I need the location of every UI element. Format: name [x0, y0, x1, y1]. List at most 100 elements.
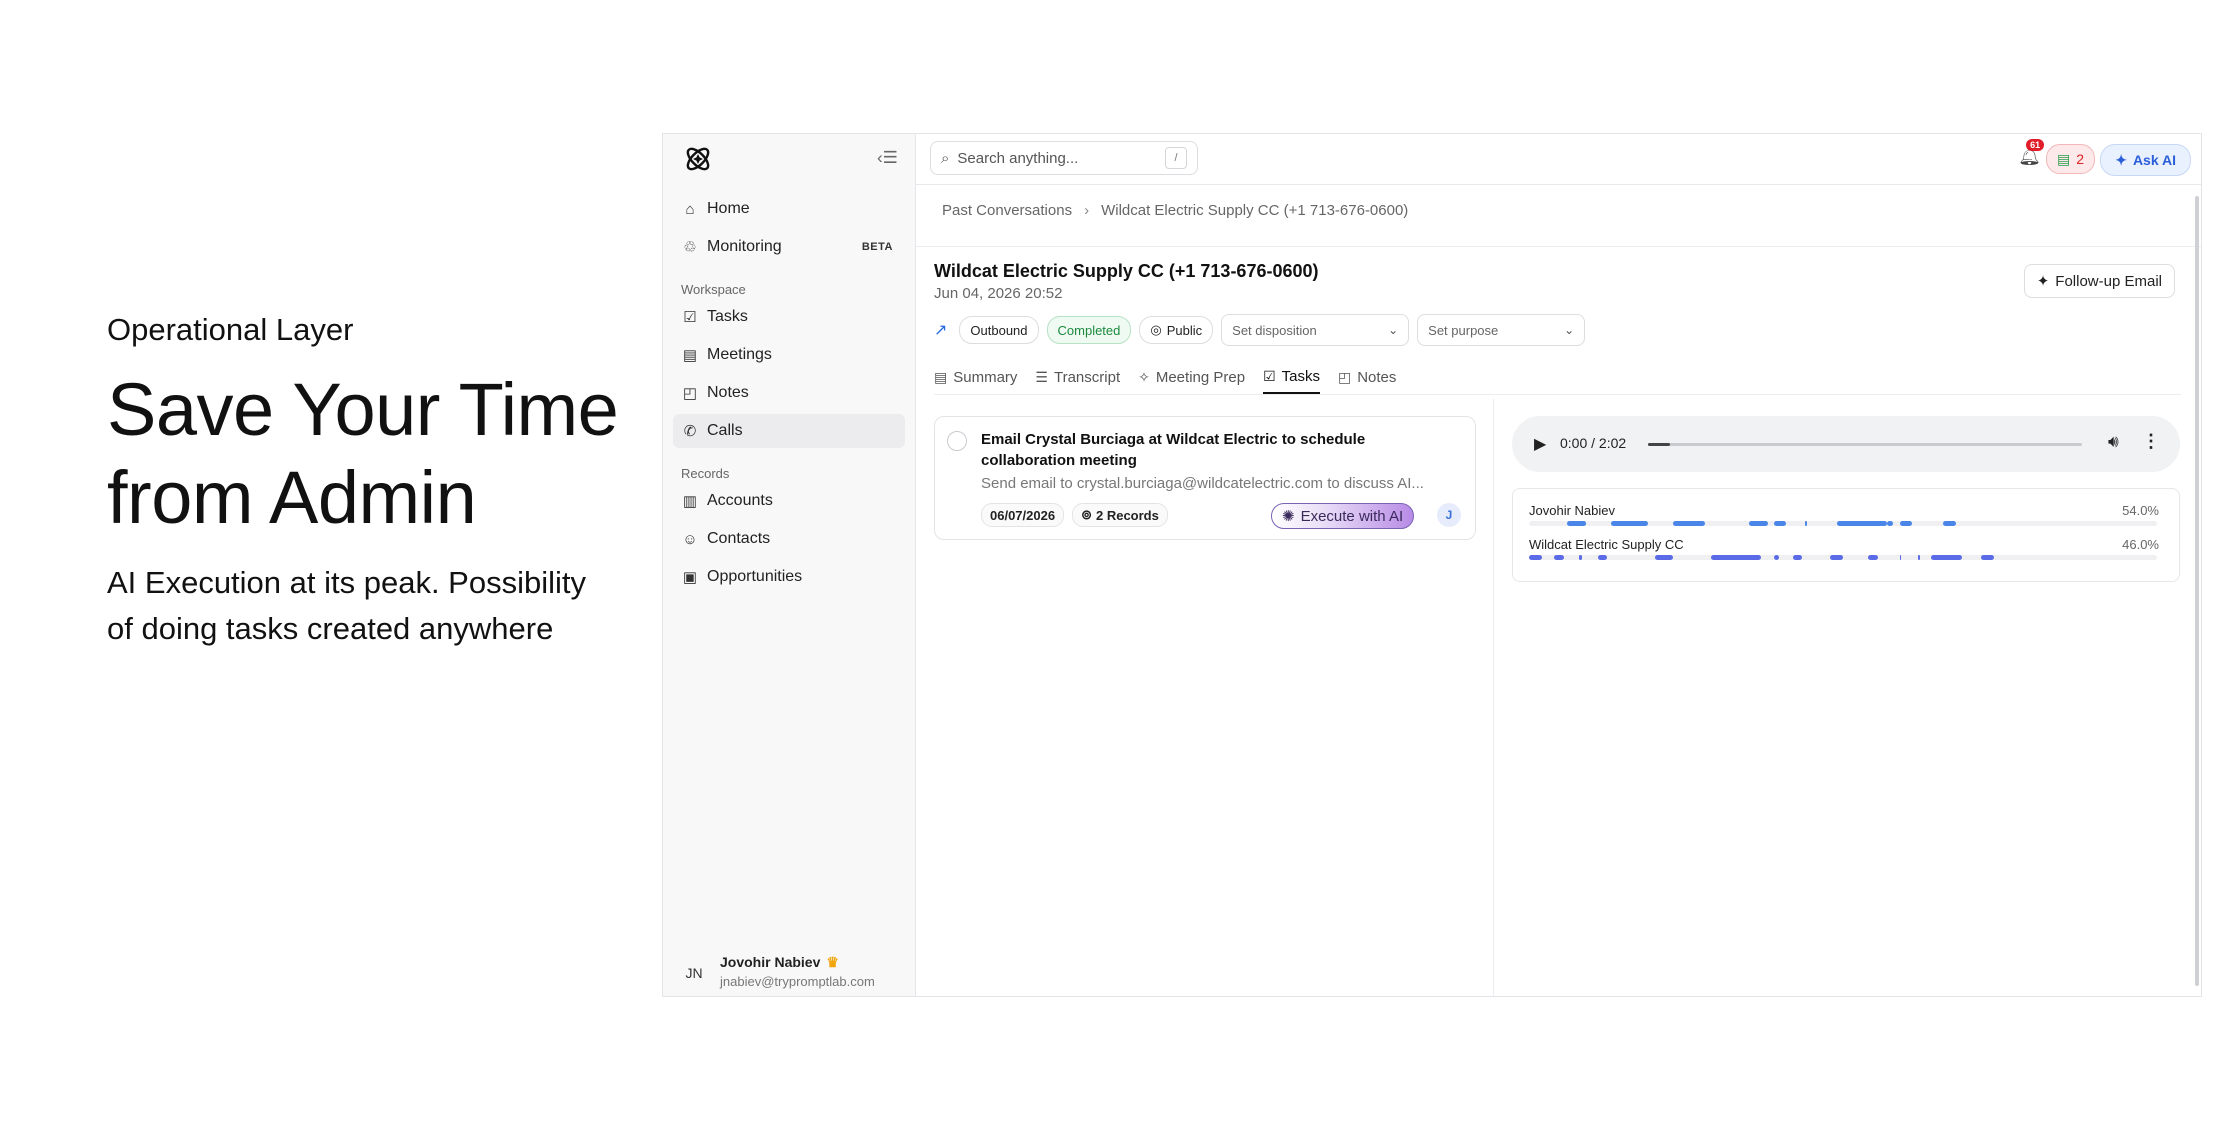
- hero-headline-line1: Save Your Time: [107, 368, 619, 451]
- sidebar-item-home[interactable]: ⌂ Home: [673, 192, 905, 226]
- speaker-segment[interactable]: [1773, 521, 1787, 526]
- sidebar-item-monitoring[interactable]: ♲ Monitoring BETA: [673, 230, 905, 264]
- checkbox-icon: ☑: [683, 309, 697, 326]
- assignee-avatar[interactable]: J: [1437, 503, 1461, 527]
- speaker-segment[interactable]: [1868, 555, 1878, 560]
- tab-transcript[interactable]: ☰ Transcript: [1035, 360, 1120, 394]
- follow-up-email-button[interactable]: ✦ Follow-up Email: [2023, 264, 2175, 298]
- speaker-segment[interactable]: [1579, 521, 1586, 526]
- tab-label: Summary: [953, 368, 1018, 386]
- speaker-segment[interactable]: [1711, 555, 1762, 560]
- hero-subtitle-line1: AI Execution at its peak. Possibility: [107, 565, 587, 600]
- note-icon: ◰: [1337, 368, 1352, 385]
- tab-notes[interactable]: ◰ Notes: [1338, 360, 1396, 394]
- ask-ai-button[interactable]: ✦ Ask AI: [2100, 144, 2191, 176]
- speaker-segment[interactable]: [1981, 555, 1994, 560]
- speaker-segment[interactable]: [1610, 521, 1649, 526]
- brand-logo-icon[interactable]: [681, 142, 715, 176]
- tab-label: Notes: [1357, 368, 1397, 386]
- collapse-sidebar-icon[interactable]: ‹☰: [877, 148, 898, 168]
- speaker-segment[interactable]: [1830, 555, 1843, 560]
- speaker-segment[interactable]: [1773, 555, 1779, 560]
- visibility-label: Public: [1166, 322, 1203, 338]
- hero-eyebrow: Operational Layer: [107, 312, 354, 347]
- database-icon: ▤: [2056, 150, 2071, 167]
- speaker-track: [1529, 555, 2157, 560]
- sidebar-item-tasks[interactable]: ☑ Tasks: [673, 300, 905, 334]
- sidebar-item-label: Opportunities: [707, 568, 803, 585]
- speaker-segment[interactable]: [1654, 555, 1674, 560]
- sparkle-icon: ✦: [2036, 273, 2050, 290]
- speaker-segment[interactable]: [1805, 521, 1808, 526]
- sidebar-item-calls[interactable]: ✆ Calls: [673, 414, 905, 448]
- tab-summary[interactable]: ▤ Summary: [934, 360, 1017, 394]
- sidebar-item-opportunities[interactable]: ▣ Opportunities: [673, 560, 905, 594]
- speaker-segment[interactable]: [1792, 555, 1803, 560]
- task-card[interactable]: Email Crystal Burciaga at Wildcat Electr…: [934, 416, 1476, 540]
- speaker-segment[interactable]: [1886, 521, 1894, 526]
- speaker-segment[interactable]: [1943, 521, 1957, 526]
- search-icon: ⌕: [941, 149, 950, 167]
- note-icon: ◰: [682, 385, 698, 402]
- sidebar-item-contacts[interactable]: ☺ Contacts: [673, 522, 905, 556]
- task-complete-checkbox[interactable]: [947, 431, 967, 451]
- play-icon[interactable]: ▶: [1534, 434, 1546, 454]
- briefcase-icon: ▣: [682, 569, 698, 586]
- sidebar-item-notes[interactable]: ◰ Notes: [673, 376, 905, 410]
- speaker-segment[interactable]: [1579, 555, 1583, 560]
- speaker-segment[interactable]: [1930, 555, 1963, 560]
- records-badge[interactable]: ⊚ 2 Records: [1072, 503, 1168, 527]
- speaker-segment[interactable]: [1748, 521, 1768, 526]
- speaker-segment[interactable]: [1598, 555, 1608, 560]
- volume-icon[interactable]: 🔊︎: [2108, 432, 2119, 452]
- due-date-badge: 06/07/2026: [981, 503, 1065, 527]
- speaker-segment[interactable]: [1529, 555, 1542, 560]
- playback-progress-bar[interactable]: [1648, 443, 2082, 446]
- speaker-segment[interactable]: [1554, 555, 1564, 560]
- hero-headline: Save Your Time from Admin: [107, 366, 647, 542]
- tab-label: Meeting Prep: [1155, 368, 1246, 386]
- home-icon: ⌂: [685, 200, 695, 218]
- crown-icon: ♛: [826, 954, 839, 970]
- usage-badge[interactable]: ▤ 2: [2045, 144, 2095, 174]
- phone-icon: ✆: [683, 423, 697, 440]
- speaker-segment[interactable]: [1836, 521, 1887, 526]
- execute-with-ai-button[interactable]: ✺ Execute with AI: [1271, 503, 1415, 529]
- calendar-icon: ▤: [682, 347, 698, 364]
- speaker-percent: 46.0%: [2122, 537, 2159, 552]
- audio-player: ▶ 0:00 / 2:02 🔊︎ ⋮: [1512, 416, 2180, 472]
- chevron-down-icon: ⌄: [1388, 323, 1399, 337]
- speaker-percent: 54.0%: [2122, 503, 2159, 518]
- speaker-segment[interactable]: [1899, 521, 1913, 526]
- scrollbar[interactable]: [2195, 196, 2199, 986]
- speaker-segment[interactable]: [1899, 555, 1902, 560]
- purpose-select[interactable]: Set purpose ⌄: [1417, 314, 1586, 346]
- notification-count-badge: 61: [2026, 139, 2045, 151]
- sidebar: ‹☰ ⌂ Home ♲ Monitoring BETA Workspace ☑ …: [663, 134, 916, 996]
- sparkle-icon: ✦: [2115, 151, 2127, 168]
- page-title: Wildcat Electric Supply CC (+1 713-676-0…: [934, 261, 1319, 281]
- search-input[interactable]: ⌕ Search anything... /: [930, 141, 1198, 175]
- task-description: Send email to crystal.burciaga@wildcatel…: [981, 475, 1424, 492]
- hero-subtitle-line2: of doing tasks created anywhere: [107, 611, 554, 646]
- user-profile[interactable]: JN Jovohir Nabiev ♛ jnabiev@trypromptlab.…: [677, 952, 905, 992]
- notifications-button[interactable]: 🔔︎ 61: [2018, 139, 2045, 167]
- tab-tasks[interactable]: ☑ Tasks: [1263, 360, 1320, 394]
- app-window: ‹☰ ⌂ Home ♲ Monitoring BETA Workspace ☑ …: [662, 133, 2202, 997]
- more-options-icon[interactable]: ⋮: [2142, 431, 2160, 452]
- visibility-badge[interactable]: ◎ Public: [1139, 316, 1214, 344]
- breadcrumb-parent[interactable]: Past Conversations: [942, 202, 1072, 219]
- follow-up-email-label: Follow-up Email: [2055, 272, 2162, 290]
- speaker-segment[interactable]: [1918, 555, 1921, 560]
- disposition-select[interactable]: Set disposition ⌄: [1221, 314, 1410, 346]
- transcript-icon: ☰: [1035, 368, 1048, 385]
- sidebar-item-meetings[interactable]: ▤ Meetings: [673, 338, 905, 372]
- hero-section: Operational Layer Save Your Time from Ad…: [107, 312, 647, 652]
- speaker-track: [1529, 521, 2157, 526]
- brand-logo-icon: ✺: [1282, 508, 1295, 525]
- sidebar-item-accounts[interactable]: ▥ Accounts: [673, 484, 905, 518]
- tab-meeting-prep[interactable]: ✧ Meeting Prep: [1138, 360, 1245, 394]
- speaker-segment[interactable]: [1673, 521, 1705, 526]
- user-name: Jovohir Nabiev: [720, 954, 821, 970]
- sidebar-item-label: Home: [707, 200, 750, 217]
